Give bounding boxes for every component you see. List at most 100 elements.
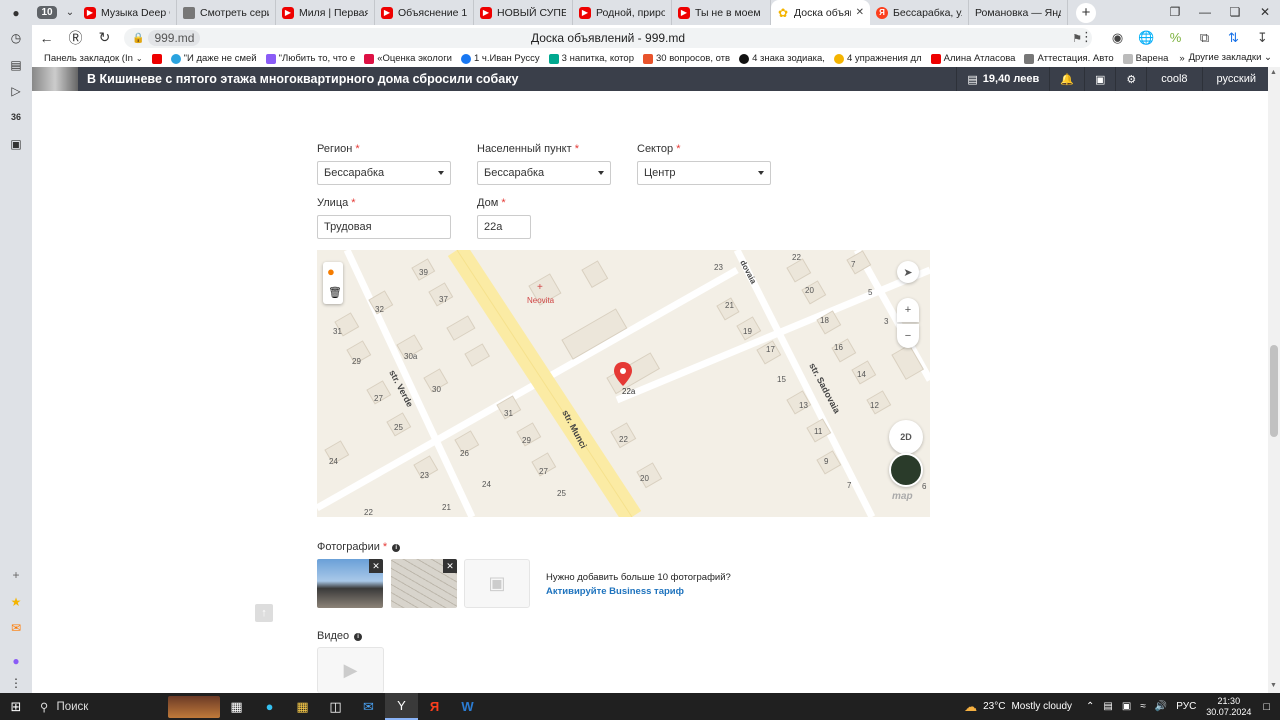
news-headline[interactable]: В Кишиневе с пятого этажа многоквартирно… xyxy=(87,72,518,86)
bookmark-item[interactable]: Варена xyxy=(1122,53,1168,64)
close-window-icon[interactable]: ✕ xyxy=(1250,0,1280,25)
grid-icon[interactable]: ⋮ xyxy=(8,675,24,691)
mail-icon[interactable]: ✉ xyxy=(352,693,385,720)
url-field[interactable]: 🔒 999.md Доска объявлений - 999.md ⚑ xyxy=(124,28,1092,48)
bookmark-item[interactable]: 4 упражнения дл xyxy=(833,53,922,64)
settings-button[interactable]: ⚙ xyxy=(1115,67,1146,91)
tab[interactable]: ▶Ты не в моем вку xyxy=(672,0,771,25)
sector-select[interactable]: Центр xyxy=(637,161,771,185)
discount-icon[interactable]: % xyxy=(1166,28,1185,47)
lightbulb-icon[interactable]: ◉ xyxy=(1108,28,1127,47)
zoom-out-button[interactable]: − xyxy=(897,324,919,348)
taskbar-search[interactable]: ⚲ Поиск xyxy=(32,693,220,720)
volume-icon[interactable]: 🔊 xyxy=(1155,701,1167,712)
trash-icon[interactable]: 🗑 xyxy=(328,286,342,299)
minimize-icon[interactable]: — xyxy=(1190,0,1220,25)
scrollbar-thumb[interactable] xyxy=(1270,345,1278,437)
clock[interactable]: 21:30 30.07.2024 xyxy=(1206,696,1251,718)
tab[interactable]: ▶Музыка Deep Chi xyxy=(78,0,177,25)
menu-dots-icon[interactable]: ⋮ xyxy=(1080,29,1093,45)
tray-app-icon[interactable]: ▣ xyxy=(1122,701,1131,712)
history-icon[interactable]: ◷ xyxy=(8,30,24,46)
tab[interactable]: ▶ Родной, природ xyxy=(573,0,672,25)
extensions-icon[interactable]: ⧉ xyxy=(1195,28,1214,47)
download-icon[interactable]: ↧ xyxy=(1253,28,1272,47)
alice-icon[interactable]: ● xyxy=(8,653,24,669)
tab-list-chevron-icon[interactable]: ⌄ xyxy=(62,7,78,18)
info-icon[interactable]: i xyxy=(354,633,363,641)
collections-icon[interactable]: ▤ xyxy=(8,57,24,73)
bookmark-item[interactable]: 30 вопросов, отв xyxy=(643,53,730,64)
edge-icon[interactable]: ● xyxy=(253,693,286,720)
page-scrollbar[interactable]: ▲ ▼ xyxy=(1268,67,1280,693)
bookmark-item[interactable]: «Оценка экологи xyxy=(364,53,452,64)
placemark-tool-icon[interactable]: ● xyxy=(327,264,335,279)
back-icon[interactable]: ← xyxy=(32,30,61,46)
weather-widget[interactable]: ☁ 23°C Mostly cloudy xyxy=(964,699,1072,715)
balance[interactable]: ▤ 19,40 леев xyxy=(956,67,1049,91)
photo-thumbnail[interactable]: ✕ xyxy=(317,559,383,608)
screenshot-icon[interactable]: ▣ xyxy=(8,136,24,152)
info-icon[interactable]: i xyxy=(392,544,401,552)
tab[interactable]: ЯБессарабка, ул. Т xyxy=(870,0,969,25)
tab[interactable]: ▶НОВЫЙ СУПЕР С xyxy=(474,0,573,25)
bookmark-item[interactable]: 4 знака зодиака, xyxy=(739,53,825,64)
business-plan-link[interactable]: Активируйте Business тариф xyxy=(546,586,731,597)
zoom-in-button[interactable]: + xyxy=(897,298,919,322)
yandex-browser-icon[interactable]: Y xyxy=(385,693,418,720)
address-map[interactable]: str. Verde str. Munci str. Sadovaia dova… xyxy=(317,250,930,517)
bookmark-item[interactable]: 3 напитка, котор xyxy=(548,53,634,64)
tab[interactable]: ●Романовка — Янд xyxy=(351,0,1068,262)
messages-button[interactable]: ▣ xyxy=(1083,67,1115,91)
video-icon[interactable]: ▷ xyxy=(8,83,24,99)
game-icon[interactable]: ★ xyxy=(8,594,24,610)
bookmark-item[interactable] xyxy=(151,53,162,64)
news-thumbnail[interactable] xyxy=(32,67,78,91)
map-canvas[interactable]: str. Verde str. Munci str. Sadovaia dova… xyxy=(317,250,930,517)
add-photo-button[interactable]: ▣ xyxy=(464,559,530,608)
reload-icon[interactable]: ↻ xyxy=(90,29,119,46)
mail-icon[interactable]: ✉ xyxy=(8,620,24,636)
tab[interactable]: ▶Объяснение 12 з xyxy=(375,0,474,25)
language-selector[interactable]: русский xyxy=(1201,67,1268,91)
bookmark-item[interactable]: 1 ч.Иван Руссу xyxy=(460,53,540,64)
language-indicator[interactable]: РУС xyxy=(1176,701,1196,712)
scroll-down-icon[interactable]: ▼ xyxy=(1270,682,1277,689)
scroll-top-button[interactable]: ↑ xyxy=(255,604,273,622)
word-icon[interactable]: W xyxy=(451,693,484,720)
bookmark-item[interactable]: "Любить то, что е xyxy=(265,53,355,64)
profile-icon[interactable]: ● xyxy=(8,5,24,21)
more-bookmarks-icon[interactable]: » xyxy=(1179,53,1184,64)
tab-counter[interactable]: 10 xyxy=(32,0,62,25)
map-2d-button[interactable]: 2D xyxy=(889,420,923,454)
close-tab-icon[interactable]: ✕ xyxy=(856,7,864,18)
tray-app-icon[interactable]: ▤ xyxy=(1103,701,1112,712)
other-bookmarks[interactable]: Другие закладки ⌄ xyxy=(1189,52,1272,63)
wifi-icon[interactable]: ≈ xyxy=(1140,701,1146,712)
windows-start-icon[interactable]: ⊞ xyxy=(0,699,32,715)
user-menu[interactable]: cool8 xyxy=(1146,67,1201,91)
tab-manager-icon[interactable]: ❐ xyxy=(1160,0,1190,25)
yandex-home-icon[interactable]: Ⓡ xyxy=(61,28,90,48)
remove-photo-icon[interactable]: ✕ xyxy=(369,559,383,573)
street-input[interactable]: Трудовая xyxy=(317,215,451,239)
geolocate-icon[interactable]: ➤ xyxy=(897,261,919,283)
chevron-up-icon[interactable]: ⌃ xyxy=(1086,701,1094,712)
locality-select[interactable]: Бессарабка xyxy=(477,161,611,185)
file-explorer-icon[interactable]: ▦ xyxy=(286,693,319,720)
bookmark-item[interactable]: Алина Атласова xyxy=(930,53,1015,64)
store-icon[interactable]: ◫ xyxy=(319,693,352,720)
yandex-icon[interactable]: Я xyxy=(418,693,451,720)
bookmark-item[interactable]: "И даже не смей xyxy=(170,53,257,64)
translate-icon[interactable]: 🌐 xyxy=(1137,28,1156,47)
tab-active[interactable]: ✿Доска объявле✕ xyxy=(771,0,870,25)
add-video-button[interactable]: ▶ xyxy=(317,647,384,693)
sync-icon[interactable]: ⇅ xyxy=(1224,28,1243,47)
satellite-layer-button[interactable] xyxy=(889,453,923,487)
house-input[interactable]: 22a xyxy=(477,215,531,239)
tab[interactable]: ▶Миля | Первая се xyxy=(276,0,375,25)
calendar-icon[interactable]: 36 xyxy=(8,109,24,125)
add-icon[interactable]: + xyxy=(8,567,24,583)
task-view-icon[interactable]: ▦ xyxy=(220,693,253,720)
bookmark-item[interactable]: Панель закладок (In ⌄ xyxy=(44,53,143,64)
